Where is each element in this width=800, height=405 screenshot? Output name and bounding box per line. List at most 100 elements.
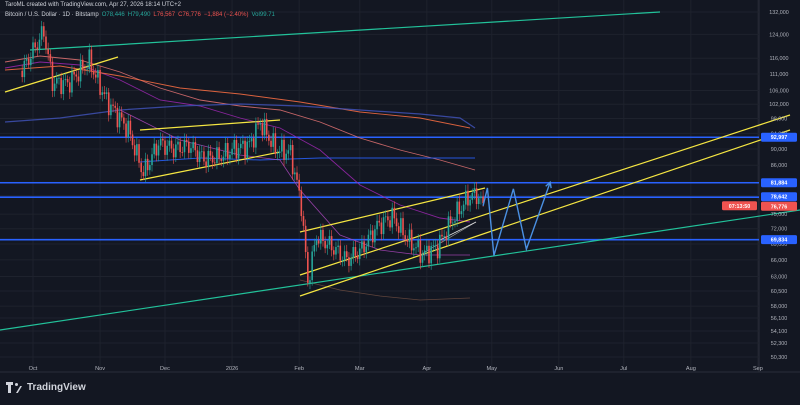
candle-body <box>413 248 415 251</box>
price-tick-label: 132,000 <box>769 10 789 16</box>
candle-body <box>168 140 171 146</box>
candle-body <box>172 148 175 158</box>
candle-body <box>289 144 292 151</box>
time-tick-label: Oct <box>29 366 38 372</box>
price-chart[interactable]: 132,000 124,000 116,000 111,000 106,000 102,0… <box>0 0 800 400</box>
candle-body <box>454 221 456 223</box>
candle-body <box>426 245 428 251</box>
candle-body <box>278 151 281 154</box>
candle-body <box>307 252 309 283</box>
candle-body <box>283 139 285 160</box>
candle-body <box>272 133 274 147</box>
candle-body <box>302 216 305 226</box>
candle-body <box>205 161 207 167</box>
candle-body <box>118 112 121 128</box>
candle-body <box>393 207 396 219</box>
candle-body <box>101 92 104 95</box>
candle-body <box>231 148 233 155</box>
price-tick-label: 58,000 <box>771 304 788 310</box>
candle-body <box>32 42 34 59</box>
candle-body <box>389 220 391 228</box>
candle-body <box>326 244 329 249</box>
candle-body <box>281 139 283 152</box>
candle-body <box>224 143 227 157</box>
candle-body <box>185 139 188 142</box>
close-value: C76,776 <box>178 12 201 18</box>
candle-body <box>166 145 168 155</box>
candle-body <box>322 229 324 241</box>
candle-body <box>475 188 478 205</box>
candle-body <box>367 234 370 247</box>
candle-body <box>436 245 439 259</box>
candle-body <box>136 144 138 156</box>
candle-body <box>337 245 339 248</box>
candle-body <box>408 229 411 242</box>
candle-body <box>34 42 36 48</box>
candle-body <box>153 143 155 155</box>
candle-body <box>235 139 238 159</box>
price-tick-label: 60,500 <box>771 289 788 295</box>
price-tick-label: 72,000 <box>771 227 788 233</box>
candle-body <box>183 139 186 153</box>
candle-body <box>356 255 359 259</box>
candle-body <box>133 145 136 156</box>
candle-body <box>354 246 357 256</box>
candle-body <box>170 140 173 149</box>
candle-body <box>112 104 114 106</box>
time-tick-label: Jun <box>554 366 563 372</box>
chart-stage[interactable]: 132,000 124,000 116,000 111,000 106,000 102,0… <box>0 0 800 400</box>
candle-body <box>203 151 205 162</box>
price-tick-label: 56,100 <box>771 316 788 322</box>
candle-body <box>75 74 78 77</box>
candle-body <box>274 133 277 154</box>
candle-body <box>159 138 162 146</box>
candle-body <box>103 92 106 94</box>
price-tick-label: 102,000 <box>769 102 789 108</box>
candle-body <box>157 145 160 156</box>
candle-body <box>257 123 259 125</box>
candle-body <box>387 216 389 221</box>
symbol-line[interactable]: Bitcoin / U.S. Dollar · 1D · Bitstamp <box>5 12 99 18</box>
candle-body <box>263 118 266 136</box>
candle-body <box>140 162 142 173</box>
candle-body <box>397 226 400 233</box>
candle-body <box>400 218 402 233</box>
candle-body <box>222 156 225 161</box>
candle-body <box>345 251 348 258</box>
candle-body <box>146 158 149 171</box>
candle-body <box>90 49 93 72</box>
price-tick-label: 54,100 <box>771 329 788 335</box>
candle-body <box>177 141 179 145</box>
candle-body <box>404 235 406 240</box>
candle-body <box>49 54 52 62</box>
candle-body <box>27 58 30 66</box>
candle-body <box>105 92 108 94</box>
candle-body <box>449 216 452 224</box>
price-tick-label: 50,300 <box>771 355 788 361</box>
candle-body <box>66 79 69 83</box>
candle-body <box>125 123 127 138</box>
candle-body <box>79 59 82 82</box>
candle-body <box>149 165 151 171</box>
candle-body <box>304 225 307 253</box>
time-tick-label: Jul <box>620 366 627 372</box>
candle-body <box>233 139 236 149</box>
candle-body <box>179 141 181 153</box>
candle-body <box>324 240 326 249</box>
candle-body <box>439 234 441 259</box>
candle-body <box>443 235 445 237</box>
candle-body <box>423 250 426 255</box>
tradingview-logo[interactable]: TradingView <box>6 382 86 393</box>
candle-body <box>60 77 62 95</box>
candle-body <box>73 71 75 75</box>
candle-body <box>155 143 158 156</box>
candle-body <box>415 247 417 249</box>
candle-body <box>226 143 229 159</box>
price-tick-label: 86,000 <box>771 163 788 169</box>
candle-body <box>378 220 381 223</box>
candle-body <box>213 162 216 164</box>
candle-body <box>68 82 71 93</box>
candle-body <box>162 138 164 141</box>
candle-body <box>467 190 469 206</box>
candle-body <box>384 216 387 218</box>
